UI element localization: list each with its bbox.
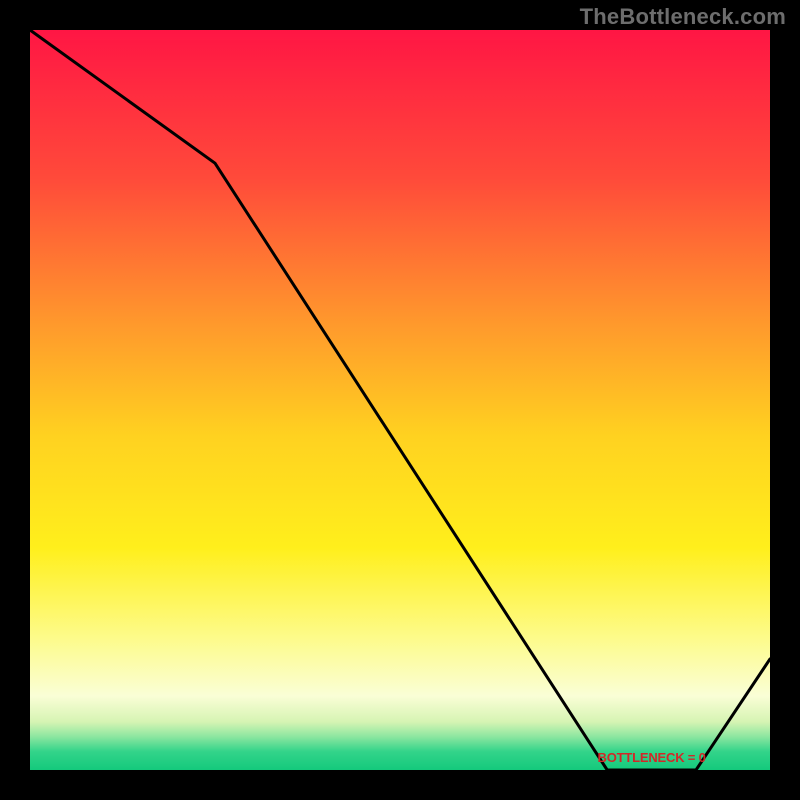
chart-container: TheBottleneck.com BOTTLENECK = 0 xyxy=(0,0,800,800)
plot-svg: BOTTLENECK = 0 xyxy=(30,30,770,770)
watermark-text: TheBottleneck.com xyxy=(580,4,786,30)
gradient-background xyxy=(30,30,770,770)
plot-frame: BOTTLENECK = 0 xyxy=(30,30,770,770)
optimal-label: BOTTLENECK = 0 xyxy=(598,750,706,765)
